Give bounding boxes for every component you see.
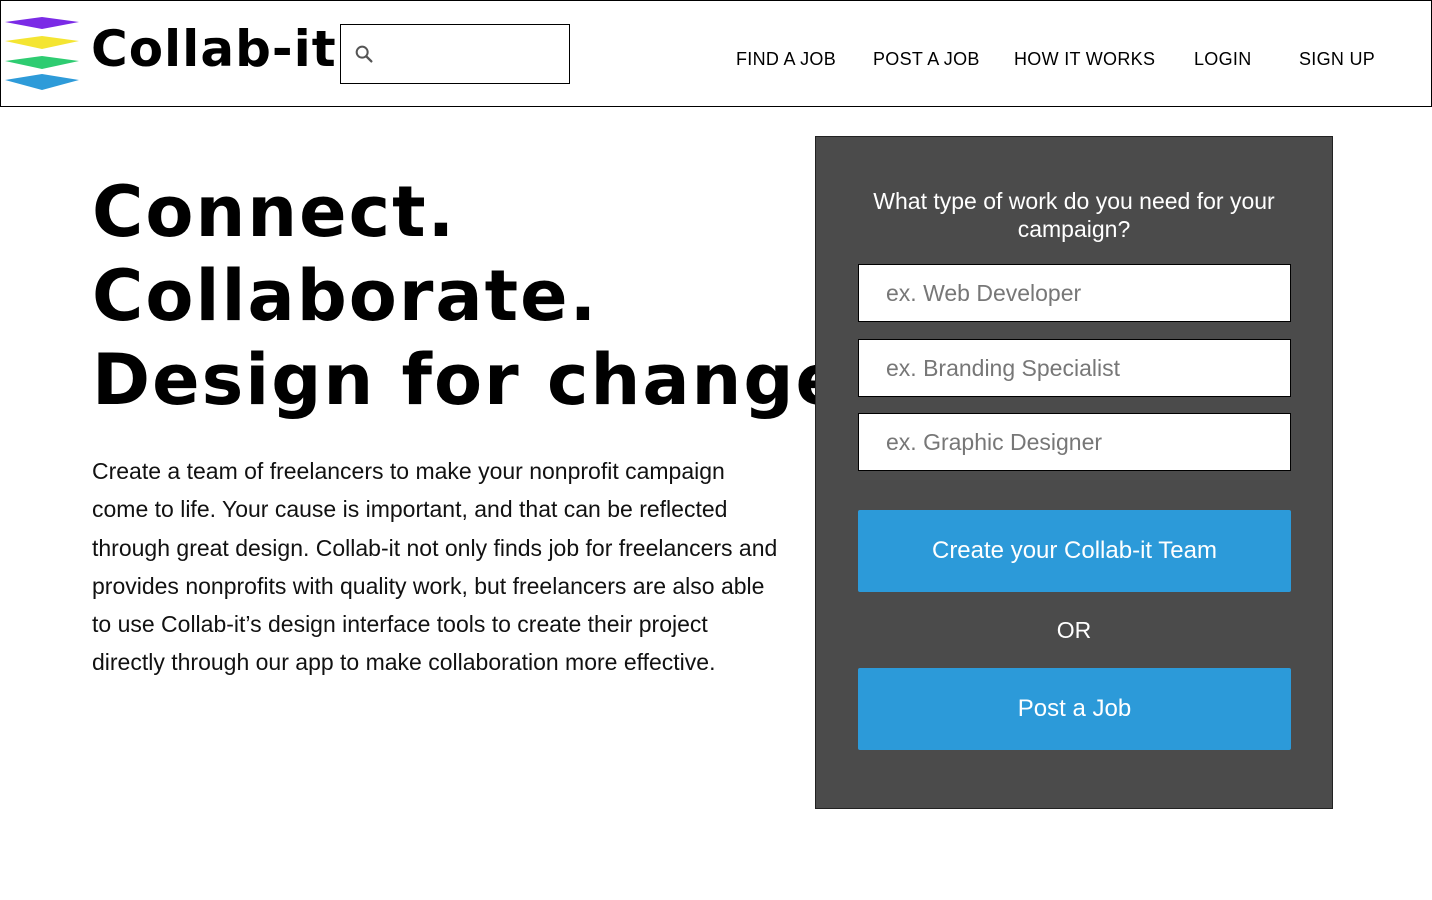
- search-input[interactable]: [383, 34, 563, 74]
- or-divider: OR: [1056, 617, 1092, 643]
- post-job-button[interactable]: Post a Job: [858, 668, 1291, 750]
- role-input-web-developer[interactable]: [859, 265, 1290, 321]
- search-icon: [355, 45, 373, 63]
- logo-icon[interactable]: [5, 17, 79, 91]
- role-field-3[interactable]: [858, 413, 1291, 471]
- role-field-1[interactable]: [858, 264, 1291, 322]
- nav-sign-up[interactable]: SIGN UP: [1299, 48, 1375, 70]
- nav-login[interactable]: LOGIN: [1194, 48, 1252, 70]
- nav-how-it-works[interactable]: HOW IT WORKS: [1014, 48, 1155, 70]
- nav-post-a-job[interactable]: POST A JOB: [873, 48, 980, 70]
- hero-line-collaborate: Collaborate.: [92, 255, 599, 337]
- create-team-button[interactable]: Create your Collab-it Team: [858, 510, 1291, 592]
- panel-question: What type of work do you need for your c…: [873, 188, 1275, 242]
- hero-line-design: Design for change.: [92, 339, 874, 421]
- role-field-2[interactable]: [858, 339, 1291, 397]
- role-input-graphic-designer[interactable]: [859, 414, 1290, 470]
- hero-line-connect: Connect.: [92, 171, 457, 253]
- search-box[interactable]: [340, 24, 570, 84]
- brand-name[interactable]: Collab-it: [91, 19, 337, 79]
- team-builder-panel: What type of work do you need for your c…: [815, 136, 1333, 809]
- hero-description: Create a team of freelancers to make you…: [92, 458, 778, 676]
- hero-headline: Connect. Collaborate. Design for change.: [92, 170, 874, 422]
- nav-find-a-job[interactable]: FIND A JOB: [736, 48, 836, 70]
- header: Collab-it FIND A JOB POST A JOB HOW IT W…: [0, 0, 1432, 107]
- role-input-branding-specialist[interactable]: [859, 340, 1290, 396]
